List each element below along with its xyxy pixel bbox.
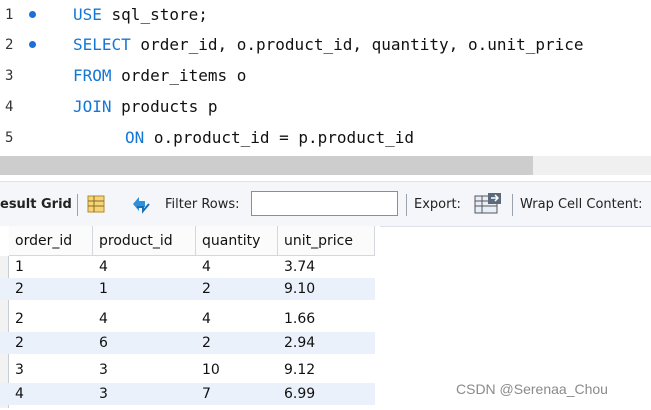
table-row[interactable]: 3 3 10 9.12: [0, 359, 375, 381]
column-header[interactable]: quantity: [196, 226, 278, 256]
cell-order-id[interactable]: 2: [9, 332, 93, 354]
sql-code: sql_store;: [101, 5, 208, 24]
column-header[interactable]: product_id: [93, 226, 196, 256]
toolbar-divider: [406, 194, 407, 216]
table-row[interactable]: 2 6 2 2.94: [0, 332, 375, 354]
sql-keyword: USE: [73, 5, 102, 24]
cell-quantity[interactable]: 4: [196, 308, 278, 330]
cell-unit-price[interactable]: 9.12: [278, 359, 375, 381]
line-number: 3: [5, 68, 14, 84]
result-grid-tab[interactable]: esult Grid: [0, 197, 72, 212]
cell-unit-price[interactable]: 9.10: [278, 278, 375, 300]
statement-marker-icon: [29, 11, 36, 18]
cell-unit-price[interactable]: 3.74: [278, 256, 375, 278]
editor-line[interactable]: 5 ON o.product_id = p.product_id: [0, 123, 651, 154]
code-text: ON o.product_id = p.product_id: [125, 128, 414, 147]
cell-product-id[interactable]: 3: [93, 359, 196, 381]
wrap-cell-content-label: Wrap Cell Content:: [520, 197, 643, 212]
cell-order-id[interactable]: 3: [9, 359, 93, 381]
column-header[interactable]: unit_price: [278, 226, 375, 256]
watermark: CSDN @Serenaa_Chou: [456, 381, 608, 397]
editor-line[interactable]: 2 SELECT order_id, o.product_id, quantit…: [0, 30, 651, 61]
cell-product-id[interactable]: 4: [93, 256, 196, 278]
cell-quantity[interactable]: 2: [196, 278, 278, 300]
cell-unit-price[interactable]: 1.66: [278, 308, 375, 330]
table-row[interactable]: 2 1 2 9.10: [0, 278, 375, 300]
toolbar-divider: [512, 194, 513, 216]
sql-editor[interactable]: 1 USE sql_store; 2 SELECT order_id, o.pr…: [0, 0, 651, 156]
cell-quantity[interactable]: 2: [196, 332, 278, 354]
line-number: 4: [5, 99, 14, 115]
sql-code: order_id, o.product_id, quantity, o.unit…: [130, 35, 584, 54]
cell-quantity[interactable]: 7: [196, 383, 278, 405]
cell-product-id[interactable]: 3: [93, 383, 196, 405]
sql-keyword: FROM: [73, 66, 112, 85]
sql-code: products p: [111, 97, 218, 116]
code-text: SELECT order_id, o.product_id, quantity,…: [73, 35, 584, 54]
cell-product-id[interactable]: 6: [93, 332, 196, 354]
filter-rows-input[interactable]: [251, 191, 398, 216]
code-text: JOIN products p: [73, 97, 218, 116]
column-header[interactable]: order_id: [9, 226, 93, 256]
table-row[interactable]: 2 4 4 1.66: [0, 308, 375, 330]
cell-order-id[interactable]: 1: [9, 256, 93, 278]
table-row[interactable]: 4 3 7 6.99: [0, 383, 375, 405]
cell-order-id[interactable]: 4: [9, 383, 93, 405]
sql-code: order_items o: [111, 66, 247, 85]
scrollbar-thumb[interactable]: [0, 156, 533, 175]
line-number: 2: [5, 37, 14, 53]
editor-line[interactable]: 4 JOIN products p: [0, 92, 651, 123]
toolbar-divider: [77, 194, 78, 216]
cell-product-id[interactable]: 4: [93, 308, 196, 330]
sql-keyword: ON: [125, 128, 145, 147]
result-toolbar: esult Grid Filter Rows: Export: Wrap Cel…: [0, 181, 651, 227]
filter-rows-label: Filter Rows:: [165, 197, 240, 212]
cell-unit-price[interactable]: 6.99: [278, 383, 375, 405]
form-editor-icon[interactable]: [86, 194, 106, 218]
table-row[interactable]: 1 4 4 3.74: [0, 256, 375, 278]
editor-line[interactable]: 3 FROM order_items o: [0, 61, 651, 92]
editor-horizontal-scrollbar[interactable]: [0, 156, 651, 175]
statement-marker-icon: [29, 41, 36, 48]
editor-line[interactable]: 1 USE sql_store;: [0, 0, 651, 31]
code-text: USE sql_store;: [73, 5, 208, 24]
cell-quantity[interactable]: 4: [196, 256, 278, 278]
cell-quantity[interactable]: 10: [196, 359, 278, 381]
line-number: 1: [5, 7, 14, 23]
export-label: Export:: [414, 197, 461, 212]
cell-unit-price[interactable]: 2.94: [278, 332, 375, 354]
cell-product-id[interactable]: 1: [93, 278, 196, 300]
line-number: 5: [5, 130, 14, 146]
cell-order-id[interactable]: 2: [9, 278, 93, 300]
sql-code: o.product_id = p.product_id: [144, 128, 414, 147]
grid-header-row: order_id product_id quantity unit_price: [0, 226, 380, 256]
refresh-icon[interactable]: [129, 193, 153, 219]
sql-keyword: SELECT: [73, 35, 131, 54]
sql-keyword: JOIN: [73, 97, 112, 116]
cell-order-id[interactable]: 2: [9, 308, 93, 330]
code-text: FROM order_items o: [73, 66, 246, 85]
export-icon[interactable]: [473, 192, 503, 220]
